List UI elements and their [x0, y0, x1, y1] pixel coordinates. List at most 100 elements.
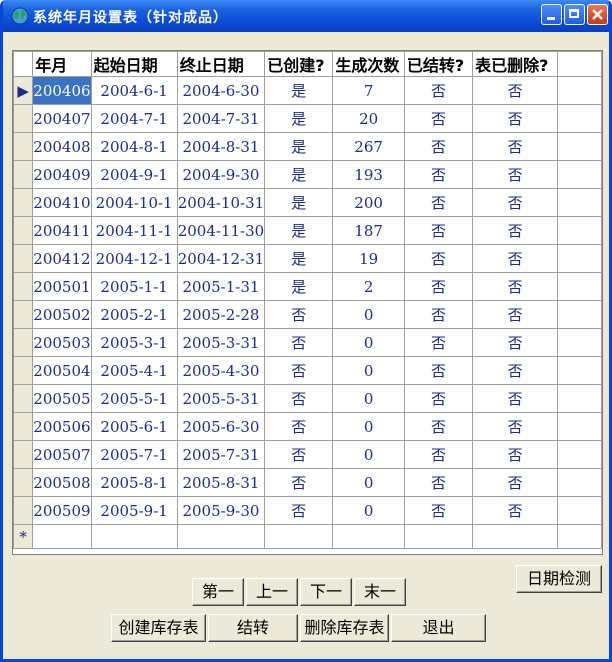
table-row[interactable]: 200412 2004-12-1 2004-12-31 是 19 否否	[13, 244, 602, 273]
table-row[interactable]: 200504 2005-4-1 2005-4-30 否 0 否否	[13, 356, 602, 385]
table-cell[interactable]: 200406	[32, 76, 92, 105]
table-cell[interactable]: 2005-7-31	[176, 440, 266, 469]
column-header[interactable]: 起始日期	[90, 51, 178, 77]
table-cell[interactable]: 是	[264, 244, 334, 273]
table-cell[interactable]: 2005-9-1	[90, 496, 178, 525]
table-cell[interactable]: 0	[332, 468, 405, 497]
table-cell[interactable]: 否	[403, 468, 474, 497]
table-cell[interactable]: 否	[264, 328, 334, 357]
table-row[interactable]: 200509 2005-9-1 2005-9-30 否 0 否否	[13, 496, 602, 525]
table-cell[interactable]: 是	[264, 104, 334, 133]
table-cell[interactable]: 否	[403, 328, 474, 357]
table-cell[interactable]: 是	[264, 160, 334, 189]
table-cell[interactable]: 否	[264, 384, 334, 413]
table-cell[interactable]: 200409	[32, 160, 92, 189]
table-cell[interactable]: 否	[264, 356, 334, 385]
row-indicator[interactable]	[13, 300, 34, 329]
table-cell[interactable]: 否	[403, 440, 474, 469]
table-cell[interactable]: 200410	[32, 188, 92, 217]
table-cell[interactable]: 否	[403, 412, 474, 441]
table-cell-empty[interactable]	[176, 524, 266, 549]
table-cell[interactable]: 2	[332, 272, 405, 301]
column-header[interactable]: 表已删除?	[472, 51, 559, 77]
table-cell[interactable]: 200501	[32, 272, 92, 301]
table-cell[interactable]: 否	[472, 244, 559, 273]
table-cell[interactable]: 否	[403, 356, 474, 385]
column-header[interactable]: 已创建?	[264, 51, 334, 77]
table-cell[interactable]: 200503	[32, 328, 92, 357]
table-cell[interactable]: 否	[472, 384, 559, 413]
table-cell-empty[interactable]	[403, 524, 474, 549]
table-cell-empty[interactable]	[264, 524, 334, 549]
table-cell[interactable]: 187	[332, 216, 405, 245]
table-cell[interactable]: 否	[264, 496, 334, 525]
table-cell[interactable]: 否	[403, 244, 474, 273]
table-row[interactable]: ▶ 200406 2004-6-1 2004-6-30 是 7 否否	[13, 76, 602, 105]
table-cell[interactable]: 否	[403, 272, 474, 301]
table-cell[interactable]: 200504	[32, 356, 92, 385]
table-cell-empty[interactable]	[332, 524, 405, 549]
table-cell[interactable]: 0	[332, 440, 405, 469]
table-cell[interactable]: 2005-3-1	[90, 328, 178, 357]
table-cell[interactable]: 2004-6-1	[90, 76, 178, 105]
last-record-button[interactable]: 末一	[354, 578, 406, 606]
first-record-button[interactable]: 第一	[192, 578, 244, 606]
delete-inventory-button[interactable]: 删除库存表	[300, 614, 389, 642]
row-indicator[interactable]	[13, 328, 34, 357]
table-row[interactable]: 200508 2005-8-1 2005-8-31 否 0 否否	[13, 468, 602, 497]
row-indicator[interactable]	[13, 188, 34, 217]
table-cell[interactable]: 267	[332, 132, 405, 161]
table-cell[interactable]: 否	[403, 160, 474, 189]
table-cell[interactable]: 2004-11-30	[176, 216, 266, 245]
column-header[interactable]: 已结转?	[403, 51, 474, 77]
next-record-button[interactable]: 下一	[300, 578, 352, 606]
table-row[interactable]: 200502 2005-2-1 2005-2-28 否 0 否否	[13, 300, 602, 329]
row-indicator[interactable]	[13, 132, 34, 161]
table-row[interactable]: 200503 2005-3-1 2005-3-31 否 0 否否	[13, 328, 602, 357]
row-indicator[interactable]	[13, 440, 34, 469]
table-cell[interactable]: 2004-6-30	[176, 76, 266, 105]
table-cell[interactable]: 否	[403, 188, 474, 217]
table-row[interactable]: 200410 2004-10-1 2004-10-31 是 200 否否	[13, 188, 602, 217]
table-cell-empty[interactable]	[557, 524, 602, 549]
table-row[interactable]: 200409 2004-9-1 2004-9-30 是 193 否否	[13, 160, 602, 189]
table-cell[interactable]: 2005-6-1	[90, 412, 178, 441]
table-cell[interactable]: 否	[403, 216, 474, 245]
table-row[interactable]: 200408 2004-8-1 2004-8-31 是 267 否否	[13, 132, 602, 161]
table-cell[interactable]: 2004-9-30	[176, 160, 266, 189]
table-cell[interactable]: 否	[472, 300, 559, 329]
table-cell[interactable]: 否	[403, 76, 474, 105]
row-indicator[interactable]	[13, 412, 34, 441]
row-indicator[interactable]	[13, 272, 34, 301]
table-cell[interactable]: 否	[472, 468, 559, 497]
column-header[interactable]: 终止日期	[176, 51, 266, 77]
table-cell[interactable]: 2004-10-1	[90, 188, 178, 217]
table-cell[interactable]: 0	[332, 384, 405, 413]
table-cell[interactable]: 是	[264, 188, 334, 217]
table-cell[interactable]: 是	[264, 216, 334, 245]
table-cell[interactable]: 否	[472, 356, 559, 385]
table-row[interactable]: 200507 2005-7-1 2005-7-31 否 0 否否	[13, 440, 602, 469]
row-indicator[interactable]	[13, 160, 34, 189]
row-indicator[interactable]	[13, 244, 34, 273]
table-cell[interactable]: 否	[472, 328, 559, 357]
table-cell[interactable]: 0	[332, 300, 405, 329]
table-cell[interactable]: 2005-9-30	[176, 496, 266, 525]
title-bar[interactable]: 系统年月设置表（针对成品）	[3, 0, 609, 32]
table-cell[interactable]: 2004-8-31	[176, 132, 266, 161]
exit-button[interactable]: 退出	[391, 614, 486, 642]
table-cell[interactable]: 是	[264, 132, 334, 161]
table-cell[interactable]: 2005-6-30	[176, 412, 266, 441]
table-cell[interactable]: 否	[264, 412, 334, 441]
table-cell[interactable]: 0	[332, 496, 405, 525]
table-cell[interactable]: 是	[264, 76, 334, 105]
table-cell[interactable]: 2004-12-31	[176, 244, 266, 273]
maximize-button[interactable]	[564, 4, 585, 25]
create-inventory-button[interactable]: 创建库存表	[111, 614, 206, 642]
table-cell[interactable]: 否	[472, 216, 559, 245]
table-cell[interactable]: 200	[332, 188, 405, 217]
table-cell[interactable]: 2005-2-1	[90, 300, 178, 329]
table-cell[interactable]: 0	[332, 328, 405, 357]
minimize-button[interactable]	[541, 4, 562, 25]
table-cell[interactable]: 否	[403, 300, 474, 329]
